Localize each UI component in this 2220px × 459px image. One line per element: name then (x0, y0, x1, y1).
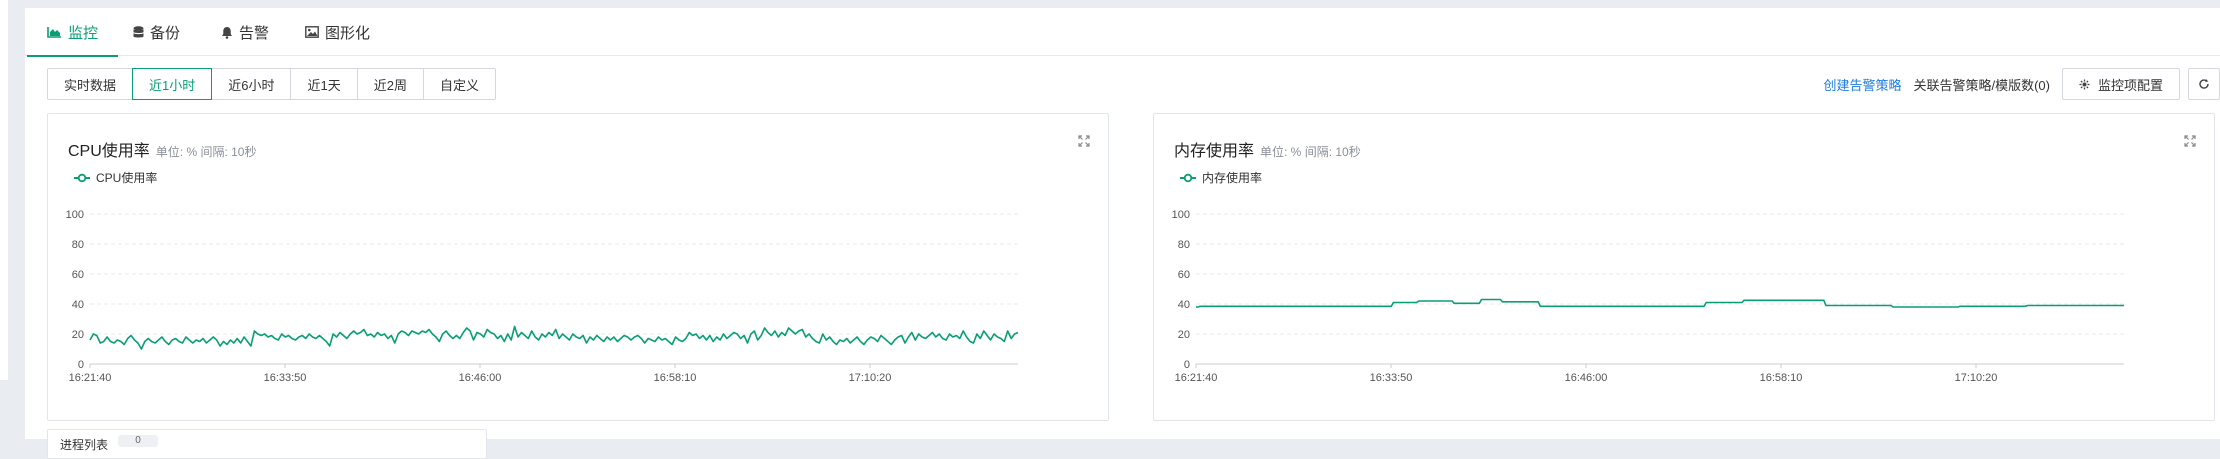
series-line (1196, 298, 2124, 308)
y-tick-label: 80 (1178, 239, 1190, 251)
database-icon (133, 25, 144, 39)
range-1d[interactable]: 近1天 (290, 68, 358, 100)
toolbar-actions: 创建告警策略 关联告警策略/模版数(0) 监控项配置 (1823, 68, 2220, 100)
tab-label: 告警 (239, 24, 270, 42)
legend-marker-icon (1180, 173, 1196, 182)
x-tick-label: 16:21:40 (1175, 372, 1218, 384)
range-2w[interactable]: 近2周 (356, 68, 424, 100)
settings-icon (2079, 79, 2090, 90)
tab-monitor[interactable]: 监控 (26, 8, 119, 57)
chart-title-text: 内存使用率 (1174, 143, 1255, 160)
x-tick-label: 17:10:20 (1955, 372, 1998, 384)
chart-title: CPU使用率 单位: % 间隔: 10秒 (68, 137, 257, 161)
tab-graph[interactable]: 图形化 (305, 8, 370, 56)
x-tick-label: 17:10:20 (849, 372, 892, 384)
range-realtime[interactable]: 实时数据 (47, 68, 134, 100)
tab-bar: 监控 备份 告警 图形化 (25, 8, 2220, 57)
x-tick-label: 16:58:10 (654, 372, 697, 384)
y-tick-label: 60 (72, 269, 84, 281)
monitor-panel: 监控 备份 告警 图形化 实时数据 近1小时 近6小时 近1天 近2周 自定义 (25, 8, 2220, 459)
linked-policies-text: 关联告警策略/模版数(0) (1913, 77, 2050, 93)
x-tick-label: 16:46:00 (1565, 372, 1608, 384)
x-tick-label: 16:33:50 (264, 372, 307, 384)
x-tick-label: 16:58:10 (1760, 372, 1803, 384)
monitor-config-label: 监控项配置 (2097, 77, 2163, 93)
chart-title: 内存使用率 单位: % 间隔: 10秒 (1174, 137, 1361, 161)
y-tick-label: 80 (72, 239, 84, 251)
chart-legend[interactable]: CPU使用率 (74, 169, 157, 186)
bell-icon (221, 26, 233, 39)
create-alert-link[interactable]: 创建告警策略 (1823, 75, 1901, 94)
chart-subtitle: 单位: % 间隔: 10秒 (1260, 145, 1361, 159)
refresh-button[interactable] (2188, 68, 2220, 100)
sidebar-edge (0, 0, 8, 380)
legend-label: CPU使用率 (96, 171, 158, 185)
y-tick-label: 0 (78, 359, 84, 371)
y-tick-label: 40 (72, 299, 84, 311)
expand-icon[interactable] (2184, 134, 2196, 152)
series-line (89, 325, 1019, 350)
legend-marker-icon (74, 173, 90, 182)
memory-line-chart: 0 20 40 60 80 100 16:21:40 16:33:50 16:46:00 16:5… (1172, 209, 2124, 384)
tab-label: 备份 (150, 24, 181, 42)
y-tick-label: 20 (72, 329, 84, 341)
process-count-badge: 0 (118, 435, 158, 447)
image-icon (305, 26, 319, 38)
legend-label: 内存使用率 (1202, 171, 1263, 185)
process-list-card: 进程列表 0 (47, 429, 487, 459)
x-tick-label: 16:21:40 (69, 372, 112, 384)
y-tick-label: 0 (1184, 359, 1190, 371)
y-tick-label: 20 (1178, 329, 1190, 341)
y-tick-label: 40 (1178, 299, 1190, 311)
range-custom[interactable]: 自定义 (422, 68, 496, 100)
monitor-config-button[interactable]: 监控项配置 (2061, 68, 2180, 100)
area-chart-icon (47, 26, 62, 38)
range-1h[interactable]: 近1小时 (132, 68, 213, 100)
chart-legend[interactable]: 内存使用率 (1180, 169, 1262, 186)
memory-chart-card: 内存使用率 单位: % 间隔: 10秒 内存使用率 0 20 40 60 80 100 16:… (1153, 113, 2215, 421)
y-tick-label: 100 (1172, 209, 1190, 221)
y-tick-label: 100 (66, 209, 84, 221)
tab-label: 监控 (68, 24, 99, 42)
time-range-selector: 实时数据 近1小时 近6小时 近1天 近2周 自定义 (47, 68, 496, 100)
tab-backup[interactable]: 备份 (133, 8, 180, 56)
range-6h[interactable]: 近6小时 (211, 68, 292, 100)
x-tick-label: 16:33:50 (1370, 372, 1413, 384)
x-tick-label: 16:46:00 (459, 372, 502, 384)
expand-icon[interactable] (1078, 134, 1090, 152)
chart-subtitle: 单位: % 间隔: 10秒 (155, 145, 257, 159)
cpu-chart-card: CPU使用率 单位: % 间隔: 10秒 CPU使用率 0 20 40 60 80 100 1… (47, 113, 1109, 421)
chart-title-text: CPU使用率 (68, 143, 150, 160)
y-tick-label: 60 (1178, 269, 1190, 281)
refresh-icon (2198, 78, 2210, 90)
tab-label: 图形化 (325, 24, 371, 42)
tab-alert[interactable]: 告警 (221, 8, 269, 56)
cpu-line-chart: 0 20 40 60 80 100 16:21:40 16:33:50 16:46:00 16:5… (66, 209, 1019, 384)
